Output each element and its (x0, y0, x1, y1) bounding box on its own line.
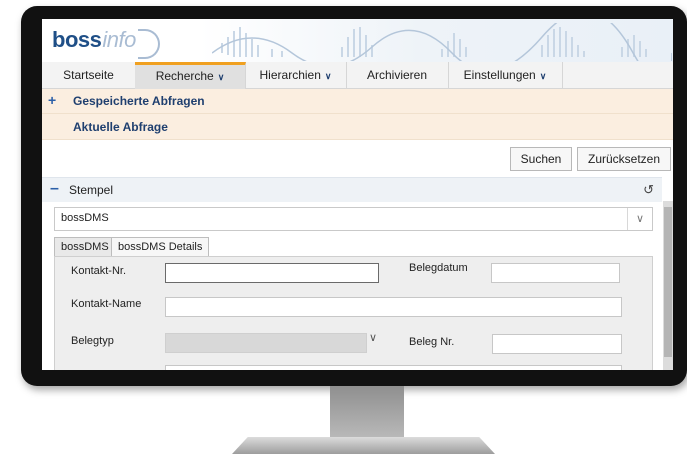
belegtyp-select[interactable] (165, 333, 367, 353)
chevron-down-icon[interactable]: ∨ (369, 331, 377, 344)
main-nav: Startseite Recherche ∨ Hierarchien ∨ Archi… (42, 62, 673, 91)
chevron-down-icon: ∨ (217, 72, 225, 82)
chevron-down-icon: ∨ (324, 71, 332, 81)
monitor-screen: bossinfo Startseite Recherche ∨ Hierarch… (42, 19, 673, 370)
search-button[interactable]: Suchen (510, 147, 572, 171)
plus-icon[interactable]: + (48, 92, 56, 108)
stempel-select-value: bossDMS (61, 212, 109, 224)
kontakt-nr-input[interactable] (165, 263, 379, 283)
nav-label: Einstellungen (463, 68, 536, 82)
nav-archivieren[interactable]: Archivieren (346, 62, 449, 88)
beleg-nr-input[interactable] (492, 334, 622, 354)
kontakt-nr-label: Kontakt-Nr. (71, 265, 127, 277)
nav-label: Hierarchien (259, 68, 321, 82)
nav-label: Recherche (155, 69, 214, 83)
app-logo[interactable]: bossinfo (52, 27, 136, 53)
stempel-title: Stempel (69, 183, 114, 197)
monitor-stand-base (232, 437, 495, 454)
logo-brand: boss (52, 27, 102, 52)
current-query-label: Aktuelle Abfrage (73, 120, 168, 134)
stempel-fields-panel: Kontakt-Nr. Belegdatum Kontakt-Name Bele… (54, 256, 653, 370)
monitor-stand-neck (330, 386, 404, 438)
nav-recherche[interactable]: Recherche ∨ (135, 62, 246, 91)
kontakt-name-input[interactable] (165, 297, 622, 317)
chevron-down-icon[interactable]: ∨ (627, 208, 652, 230)
nav-label: Startseite (63, 68, 114, 82)
minus-icon[interactable]: – (50, 180, 59, 198)
current-query-row[interactable]: Aktuelle Abfrage (42, 114, 673, 140)
stempel-section-header[interactable]: – Stempel ↺ (42, 177, 662, 202)
stempel-select[interactable]: bossDMS ∨ (54, 207, 653, 231)
beleg-nr-label: Beleg Nr. (409, 336, 455, 348)
nav-label: Archivieren (366, 68, 428, 82)
logo-swoosh (138, 29, 160, 59)
saved-queries-label: Gespeicherte Abfragen (73, 94, 205, 108)
undo-icon[interactable]: ↺ (643, 182, 654, 198)
tab-bossdms[interactable]: bossDMS (54, 237, 116, 256)
kontakt-name-label: Kontakt-Name (71, 298, 142, 310)
header-wave-graphic (212, 23, 672, 61)
next-field-input[interactable] (165, 365, 622, 370)
logo-suffix: info (102, 27, 136, 52)
nav-einstellungen[interactable]: Einstellungen ∨ (448, 62, 563, 88)
nav-startseite[interactable]: Startseite (42, 62, 136, 88)
belegtyp-label: Belegtyp (71, 335, 114, 347)
tab-bossdms-details[interactable]: bossDMS Details (111, 237, 210, 256)
belegdatum-label: Belegdatum (409, 262, 468, 274)
belegdatum-input[interactable] (491, 263, 620, 283)
nav-hierarchien[interactable]: Hierarchien ∨ (245, 62, 347, 88)
chevron-down-icon: ∨ (539, 71, 547, 81)
reset-button[interactable]: Zurücksetzen (577, 147, 671, 171)
scrollbar-thumb[interactable] (664, 207, 672, 357)
saved-queries-row[interactable]: + Gespeicherte Abfragen (42, 89, 673, 114)
app-header: bossinfo (42, 19, 673, 62)
